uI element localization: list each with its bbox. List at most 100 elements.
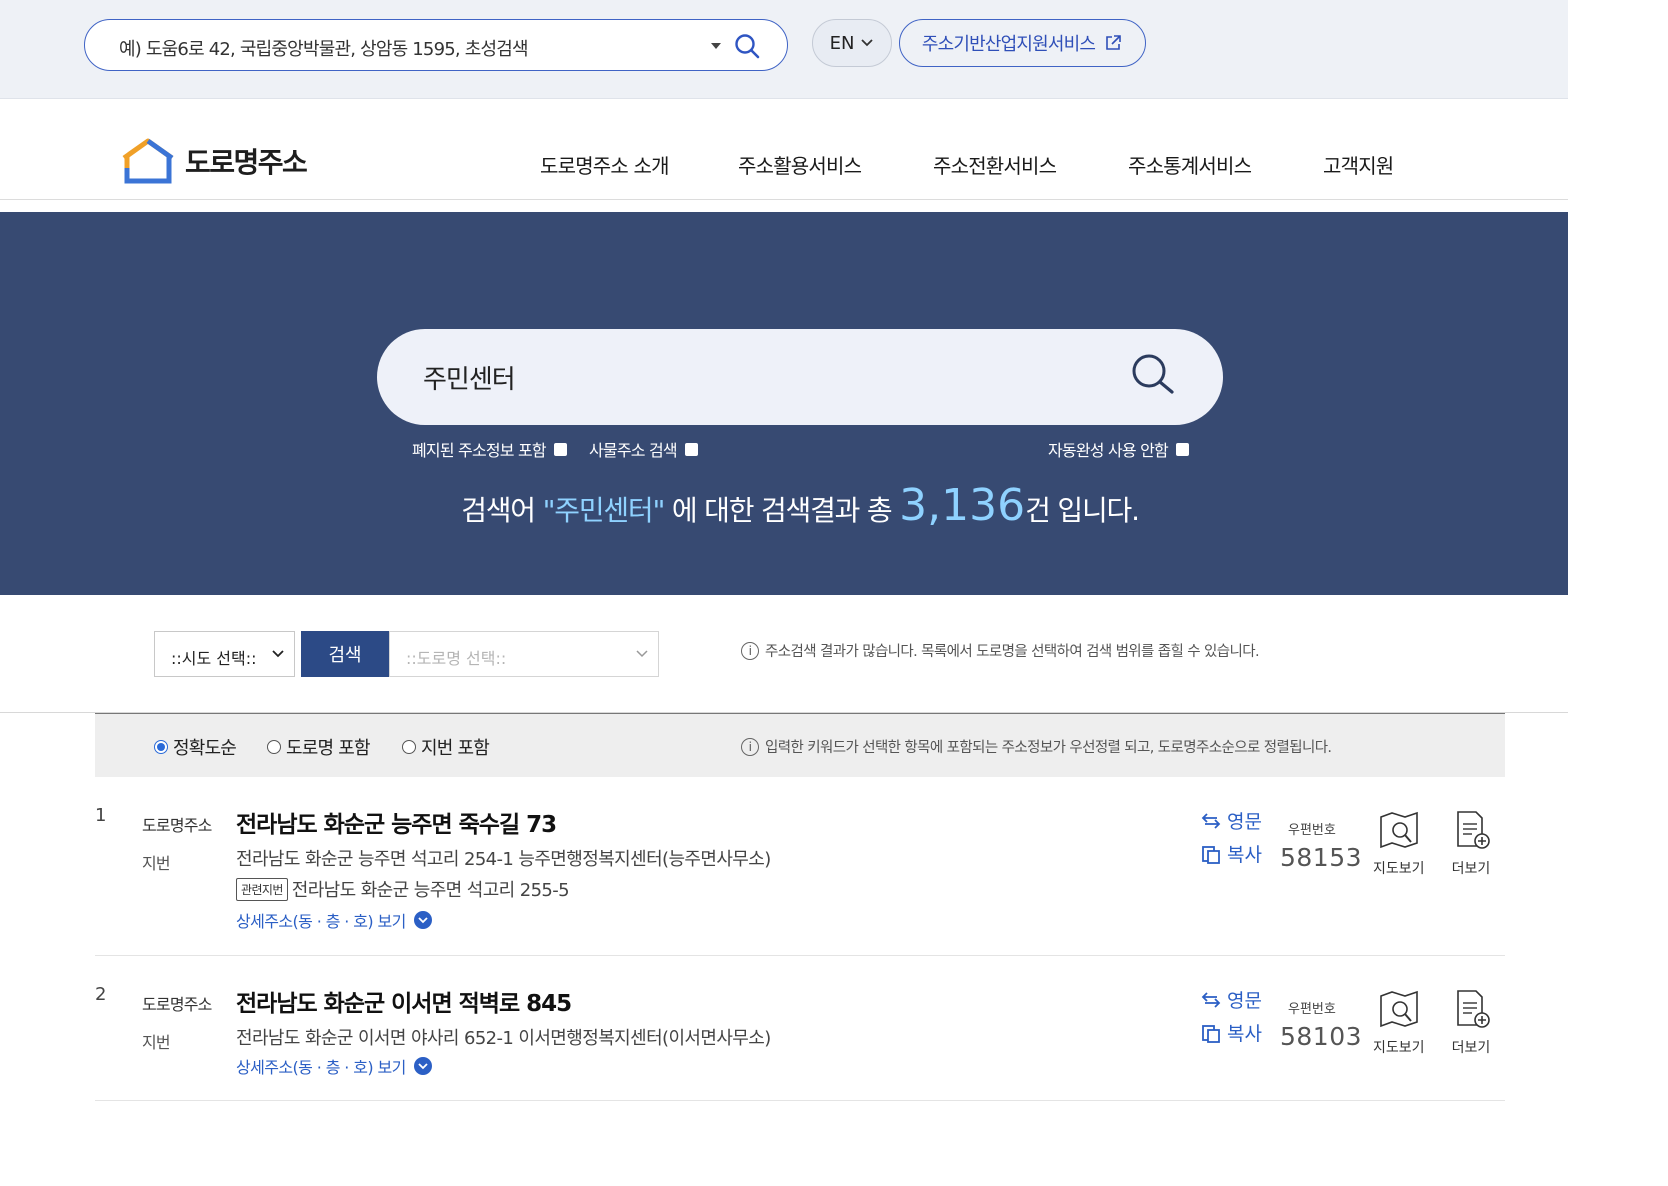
jibun-label: 지번 xyxy=(142,854,171,873)
industry-support-link[interactable]: 주소기반산업지원서비스 xyxy=(899,19,1146,67)
sort-info: i 입력한 키워드가 선택한 항목에 포함되는 주소정보가 우선정렬 되고, 도… xyxy=(741,736,1332,757)
zip-label: 우편번호 xyxy=(1288,1002,1336,1017)
thing-address-option[interactable]: 사물주소 검색 xyxy=(589,437,698,461)
swap-arrows-icon xyxy=(1201,812,1221,829)
search-icon[interactable] xyxy=(733,32,761,60)
english-address-button[interactable]: 영문 xyxy=(1201,986,1262,1013)
sido-select-value: ::시도 선택:: xyxy=(171,649,257,668)
nav-statistics[interactable]: 주소통계서비스 xyxy=(1128,150,1252,179)
utility-bar: 예) 도움6로 42, 국립중앙박물관, 상암동 1595, 초성검색 EN 주… xyxy=(0,0,1568,99)
info-icon: i xyxy=(741,641,759,660)
more-button[interactable]: 더보기 xyxy=(1450,989,1492,1057)
road-address[interactable]: 전라남도 화순군 능주면 죽수길 73 xyxy=(236,805,557,839)
zip-code: 58103 xyxy=(1280,1022,1363,1051)
result-keyword: "주민센터" xyxy=(542,494,666,527)
detail-address-toggle[interactable]: 상세주소(동 · 층 · 호) 보기 xyxy=(236,1054,432,1078)
no-autocomplete-label: 자동완성 사용 안함 xyxy=(1048,441,1169,460)
swap-arrows-icon xyxy=(1201,991,1221,1008)
nav-conversion[interactable]: 주소전환서비스 xyxy=(933,150,1057,179)
no-autocomplete-checkbox[interactable] xyxy=(1175,442,1189,456)
english-address-button[interactable]: 영문 xyxy=(1201,807,1262,834)
dropdown-caret-icon[interactable] xyxy=(707,36,725,54)
result-number: 2 xyxy=(95,984,107,1005)
nav-support[interactable]: 고객지원 xyxy=(1323,150,1394,179)
result-prefix: 검색어 xyxy=(461,494,543,527)
jibun-address: 전라남도 화순군 능주면 석고리 254-1 능주면행정복지센터(능주면사무소) xyxy=(236,849,771,870)
road-label: 도로명주소 xyxy=(142,816,212,835)
region-search-button[interactable]: 검색 xyxy=(301,631,389,677)
external-link-icon xyxy=(1106,35,1121,50)
region-filter: ::시도 선택:: 검색 ::도로명 선택:: i 주소검색 결과가 많습니다.… xyxy=(0,595,1568,713)
include-abolished-checkbox[interactable] xyxy=(553,442,567,456)
detail-address-label: 상세주소(동 · 층 · 호) 보기 xyxy=(236,1058,406,1077)
nav-intro[interactable]: 도로명주소 소개 xyxy=(540,150,670,179)
nav-utilization[interactable]: 주소활용서비스 xyxy=(738,150,862,179)
chevron-down-icon xyxy=(413,911,432,929)
more-label: 더보기 xyxy=(1451,1040,1491,1056)
language-button[interactable]: EN xyxy=(812,19,892,67)
no-autocomplete-option[interactable]: 자동완성 사용 안함 xyxy=(1048,437,1189,461)
road-label: 도로명주소 xyxy=(142,995,212,1014)
detail-address-toggle[interactable]: 상세주소(동 · 층 · 호) 보기 xyxy=(236,908,432,932)
thing-address-checkbox[interactable] xyxy=(684,442,698,456)
radio-selected[interactable] xyxy=(154,740,168,754)
related-jibun-tag: 관련지번 xyxy=(236,877,288,901)
copy-label: 복사 xyxy=(1227,844,1262,866)
copy-button[interactable]: 복사 xyxy=(1201,840,1262,867)
main-search-input[interactable]: 주민센터 xyxy=(423,359,516,396)
thing-address-label: 사물주소 검색 xyxy=(589,441,678,460)
sort-accuracy-label: 정확도순 xyxy=(173,738,237,759)
divider xyxy=(95,955,1505,956)
result-count: 3,136 xyxy=(899,480,1026,531)
road-select[interactable]: ::도로명 선택:: xyxy=(389,631,659,677)
copy-button[interactable]: 복사 xyxy=(1201,1019,1262,1046)
document-plus-icon xyxy=(1457,990,1490,1028)
english-label: 영문 xyxy=(1227,990,1262,1012)
result-suffix: 건 입니다. xyxy=(1025,494,1140,527)
map-view-button[interactable]: 지도보기 xyxy=(1373,989,1425,1057)
copy-icon xyxy=(1202,845,1220,864)
road-address[interactable]: 전라남도 화순군 이서면 적벽로 845 xyxy=(236,984,572,1018)
sort-bar: 정확도순 도로명 포함 지번 포함 i 입력한 키워드가 선택한 항목에 포함되… xyxy=(95,713,1505,777)
industry-support-label: 주소기반산업지원서비스 xyxy=(921,34,1096,55)
site-logo[interactable]: 도로명주소 xyxy=(121,138,308,184)
sido-select[interactable]: ::시도 선택:: xyxy=(154,631,295,677)
top-search-input[interactable]: 예) 도움6로 42, 국립중앙박물관, 상암동 1595, 초성검색 xyxy=(119,35,529,61)
copy-label: 복사 xyxy=(1227,1023,1262,1045)
map-search-icon xyxy=(1379,990,1418,1028)
search-hero: 주민센터 폐지된 주소정보 포함 사물주소 검색 자동완성 사용 안함 검색어 … xyxy=(0,212,1568,595)
english-label: 영문 xyxy=(1227,811,1262,833)
sort-accuracy[interactable]: 정확도순 xyxy=(154,734,237,760)
main-search-box[interactable]: 주민센터 xyxy=(377,329,1223,425)
site-header: 도로명주소 도로명주소 소개 주소활용서비스 주소전환서비스 주소통계서비스 고… xyxy=(0,99,1568,200)
document-plus-icon xyxy=(1457,811,1490,849)
jibun-label: 지번 xyxy=(142,1033,171,1052)
result-summary: 검색어 "주민센터" 에 대한 검색결과 총 3,136건 입니다. xyxy=(0,480,1600,531)
related-jibun: 관련지번 전라남도 화순군 능주면 석고리 255-5 xyxy=(236,876,570,902)
sort-info-text: 입력한 키워드가 선택한 항목에 포함되는 주소정보가 우선정렬 되고, 도로명… xyxy=(765,740,1332,756)
map-search-icon xyxy=(1379,811,1418,849)
sort-jibun-label: 지번 포함 xyxy=(421,738,490,759)
include-abolished-label: 폐지된 주소정보 포함 xyxy=(412,441,547,460)
info-icon: i xyxy=(741,737,759,756)
related-jibun-address: 전라남도 화순군 능주면 석고리 255-5 xyxy=(291,880,570,901)
radio-unselected[interactable] xyxy=(402,740,416,754)
copy-icon xyxy=(1202,1024,1220,1043)
result-middle: 에 대한 검색결과 총 xyxy=(664,494,900,527)
road-select-value: ::도로명 선택:: xyxy=(406,649,507,668)
sort-road[interactable]: 도로명 포함 xyxy=(267,734,371,760)
more-label: 더보기 xyxy=(1451,861,1491,877)
top-search-box[interactable]: 예) 도움6로 42, 국립중앙박물관, 상암동 1595, 초성검색 xyxy=(84,19,788,71)
radio-unselected[interactable] xyxy=(267,740,281,754)
search-icon[interactable] xyxy=(1129,351,1177,399)
sort-jibun[interactable]: 지번 포함 xyxy=(402,734,490,760)
map-view-label: 지도보기 xyxy=(1373,861,1425,877)
zip-code: 58153 xyxy=(1280,843,1363,872)
more-button[interactable]: 더보기 xyxy=(1450,810,1492,878)
chevron-down-icon xyxy=(413,1057,432,1075)
map-view-label: 지도보기 xyxy=(1373,1040,1425,1056)
include-abolished-option[interactable]: 폐지된 주소정보 포함 xyxy=(412,437,567,461)
language-label: EN xyxy=(829,32,855,54)
map-view-button[interactable]: 지도보기 xyxy=(1373,810,1425,878)
jibun-address: 전라남도 화순군 이서면 야사리 652-1 이서면행정복지센터(이서면사무소) xyxy=(236,1028,771,1049)
